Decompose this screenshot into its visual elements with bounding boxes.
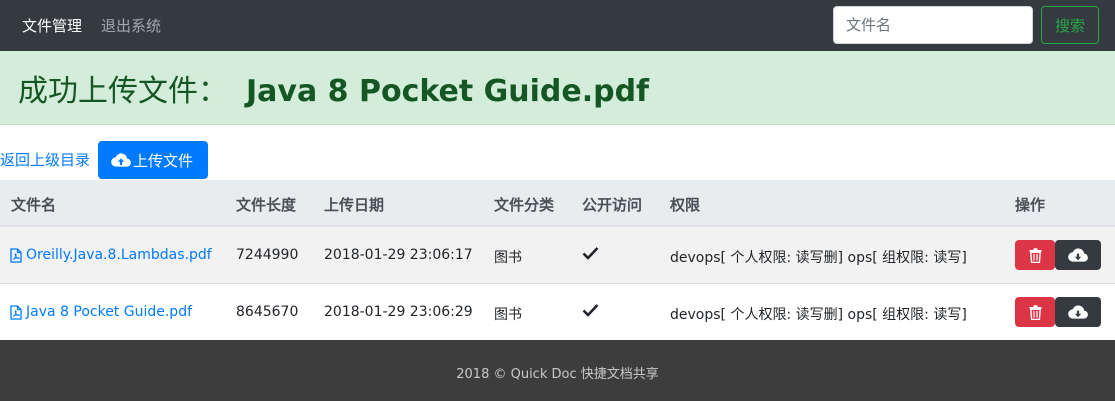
trash-icon: [1029, 247, 1041, 263]
header-filename: 文件名: [11, 196, 57, 214]
cloud-upload-icon: [111, 153, 131, 167]
header-upload-date: 上传日期: [324, 196, 385, 214]
header-category: 文件分类: [494, 196, 555, 214]
delete-button[interactable]: [1015, 240, 1055, 270]
header-file-size: 文件长度: [236, 196, 297, 214]
permission-cell: devops[ 个人权限: 读写删] ops[ 组权限: 读写]: [670, 307, 967, 323]
cloud-download-icon: [1068, 305, 1088, 319]
cloud-download-icon: [1068, 248, 1088, 262]
file-table-header: 文件名 文件长度 上传日期 文件分类 公开访问 权限 操作: [0, 180, 1115, 227]
header-public-access: 公开访问: [582, 196, 643, 214]
download-button[interactable]: [1055, 240, 1101, 270]
trash-icon: [1029, 304, 1041, 320]
alert-title: 成功上传文件： Java 8 Pocket Guide.pdf: [18, 66, 649, 110]
category-cell: 图书: [494, 307, 522, 323]
file-link[interactable]: Java 8 Pocket Guide.pdf: [10, 304, 192, 320]
upload-file-button[interactable]: 上传文件: [98, 141, 208, 179]
nav-logout-link[interactable]: 退出系统: [101, 15, 161, 36]
permission-cell: devops[ 个人权限: 读写删] ops[ 组权限: 读写]: [670, 250, 967, 266]
table-row: Java 8 Pocket Guide.pdf 8645670 2018-01-…: [0, 284, 1115, 341]
table-row: Oreilly.Java.8.Lambdas.pdf 7244990 2018-…: [0, 227, 1115, 284]
file-pdf-icon: [10, 304, 22, 320]
nav-brand-file-management[interactable]: 文件管理: [22, 15, 82, 36]
upload-success-alert: 成功上传文件： Java 8 Pocket Guide.pdf: [0, 51, 1115, 125]
header-permission: 权限: [670, 196, 701, 214]
check-icon: [582, 303, 599, 321]
check-icon: [582, 246, 599, 264]
search-input[interactable]: [833, 6, 1033, 44]
back-to-parent-link[interactable]: 返回上级目录: [0, 149, 90, 170]
file-pdf-icon: [10, 247, 22, 263]
file-link[interactable]: Oreilly.Java.8.Lambdas.pdf: [10, 247, 212, 263]
alert-prefix: 成功上传文件：: [18, 74, 228, 109]
header-actions: 操作: [1015, 196, 1046, 214]
footer-copyright: 2018 © Quick Doc 快捷文档共享: [456, 367, 659, 382]
file-name-text: Oreilly.Java.8.Lambdas.pdf: [26, 247, 212, 263]
upload-date-cell: 2018-01-29 23:06:17: [324, 247, 473, 263]
file-size-cell: 7244990: [236, 247, 299, 263]
delete-button[interactable]: [1015, 297, 1055, 327]
search-button[interactable]: 搜索: [1041, 6, 1099, 44]
category-cell: 图书: [494, 250, 522, 266]
page-footer: 2018 © Quick Doc 快捷文档共享: [0, 340, 1115, 401]
top-navbar: 文件管理 退出系统 搜索: [0, 0, 1115, 51]
upload-date-cell: 2018-01-29 23:06:29: [324, 304, 473, 320]
upload-button-label: 上传文件: [133, 151, 194, 170]
file-name-text: Java 8 Pocket Guide.pdf: [26, 304, 193, 320]
download-button[interactable]: [1055, 297, 1101, 327]
file-size-cell: 8645670: [236, 304, 299, 320]
alert-filename: Java 8 Pocket Guide.pdf: [246, 74, 650, 109]
